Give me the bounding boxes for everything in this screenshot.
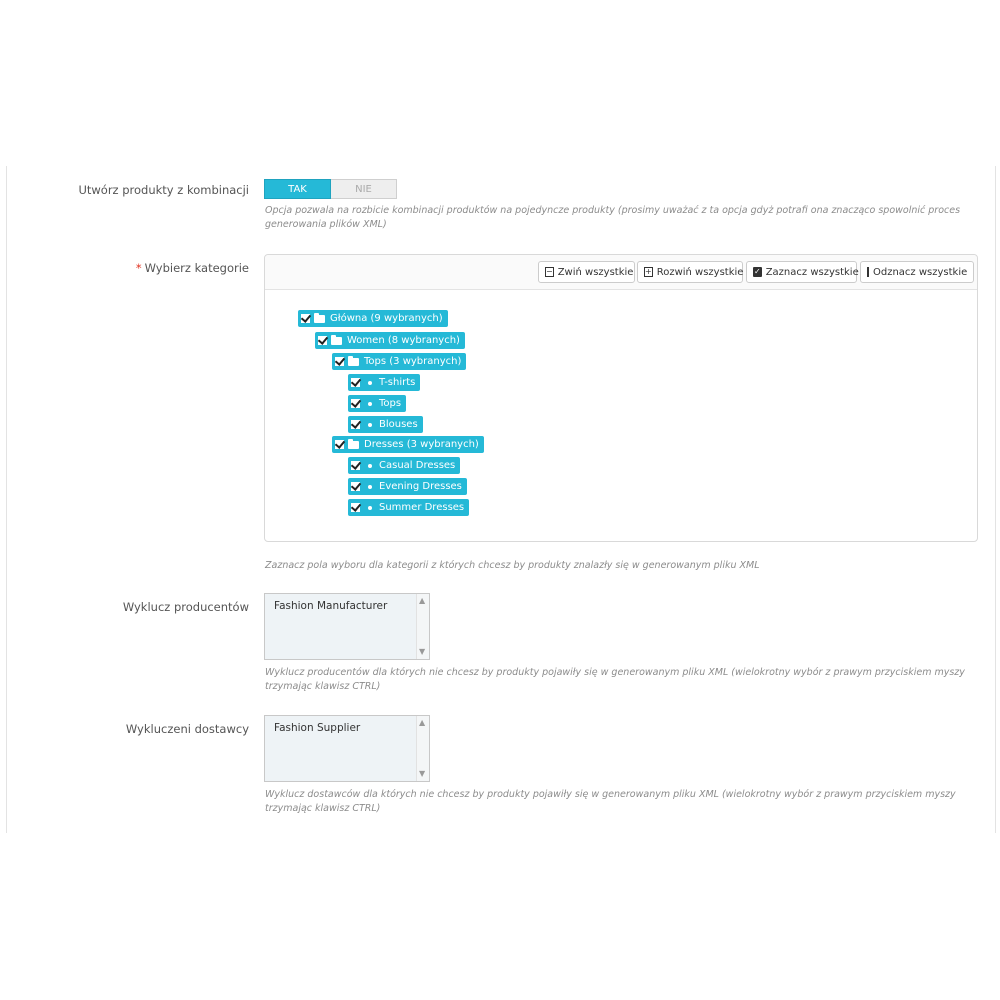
tree-item[interactable]: Tops bbox=[348, 393, 407, 412]
tree-item[interactable]: Tops (3 wybranych) bbox=[332, 351, 467, 370]
uncheck-all-button[interactable]: Odznacz wszystkie bbox=[860, 261, 974, 283]
checkbox-checked-icon[interactable] bbox=[351, 461, 360, 470]
checked-box-icon: ✓ bbox=[753, 267, 762, 277]
manufacturers-help: Wyklucz producentów dla których nie chce… bbox=[265, 667, 965, 692]
checkbox-checked-icon[interactable] bbox=[351, 420, 360, 429]
combinations-label: Utwórz produkty z kombinacji bbox=[78, 183, 249, 197]
check-all-button[interactable]: ✓ Zaznacz wszystkie bbox=[746, 261, 859, 283]
check-all-label: Zaznacz wszystkie bbox=[765, 266, 859, 278]
checkbox-checked-icon[interactable] bbox=[351, 378, 360, 387]
tree-item[interactable]: Summer Dresses bbox=[348, 497, 470, 516]
tree-toolbar: − Zwiń wszystkie + Rozwiń wszystkie ✓ Zazna… bbox=[265, 255, 977, 290]
scroll-down-icon[interactable]: ▼ bbox=[419, 648, 425, 656]
tree-item[interactable]: Women (8 wybranych) bbox=[315, 330, 465, 349]
categories-help: Zaznacz pola wyboru dla kategorii z któr… bbox=[265, 560, 760, 571]
collapse-icon: − bbox=[545, 267, 554, 277]
manufacturers-select[interactable]: Fashion Manufacturer ▲ ▼ bbox=[264, 593, 430, 660]
suppliers-select[interactable]: Fashion Supplier ▲ ▼ bbox=[264, 715, 430, 782]
empty-box-icon bbox=[867, 267, 869, 277]
toggle-yes[interactable]: TAK bbox=[264, 179, 331, 199]
manufacturer-option[interactable]: Fashion Manufacturer bbox=[274, 600, 387, 612]
combinations-toggle[interactable]: TAK NIE bbox=[264, 179, 397, 199]
collapse-all-button[interactable]: − Zwiń wszystkie bbox=[538, 261, 635, 283]
scroll-up-icon[interactable]: ▲ bbox=[419, 597, 425, 605]
checkbox-checked-icon[interactable] bbox=[351, 482, 360, 491]
suppliers-label: Wykluczeni dostawcy bbox=[125, 722, 249, 736]
categories-label-text: Wybierz kategorie bbox=[144, 261, 249, 275]
tree-item[interactable]: Blouses bbox=[348, 414, 423, 433]
checkbox-checked-icon[interactable] bbox=[335, 440, 344, 449]
scroll-down-icon[interactable]: ▼ bbox=[419, 770, 425, 778]
bullet-icon bbox=[368, 401, 372, 406]
required-mark: * bbox=[135, 261, 142, 275]
category-tree-panel: − Zwiń wszystkie + Rozwiń wszystkie ✓ Zazna… bbox=[264, 254, 978, 542]
checkbox-checked-icon[interactable] bbox=[301, 314, 310, 323]
expand-all-button[interactable]: + Rozwiń wszystkie bbox=[637, 261, 743, 283]
expand-all-label: Rozwiń wszystkie bbox=[656, 266, 744, 278]
folder-open-icon bbox=[331, 334, 342, 345]
categories-label: * Wybierz kategorie bbox=[136, 261, 249, 275]
tree-item[interactable]: Główna (9 wybranych) bbox=[298, 308, 448, 327]
folder-open-icon bbox=[348, 438, 359, 449]
checkbox-checked-icon[interactable] bbox=[351, 503, 360, 512]
bullet-icon bbox=[368, 505, 372, 510]
toggle-no[interactable]: NIE bbox=[331, 179, 397, 199]
checkbox-checked-icon[interactable] bbox=[335, 357, 344, 366]
bullet-icon bbox=[368, 463, 372, 468]
tree-item[interactable]: T-shirts bbox=[348, 372, 421, 391]
scroll-up-icon[interactable]: ▲ bbox=[419, 719, 425, 727]
collapse-all-label: Zwiń wszystkie bbox=[557, 266, 634, 278]
bullet-icon bbox=[368, 422, 372, 427]
tree-item[interactable]: Dresses (3 wybranych) bbox=[332, 434, 484, 453]
scrollbar[interactable]: ▲ ▼ bbox=[416, 594, 429, 659]
folder-open-icon bbox=[314, 312, 325, 323]
scrollbar[interactable]: ▲ ▼ bbox=[416, 716, 429, 781]
bullet-icon bbox=[368, 380, 372, 385]
settings-panel: Utwórz produkty z kombinacji TAK NIE Opc… bbox=[6, 166, 996, 833]
supplier-option[interactable]: Fashion Supplier bbox=[274, 722, 360, 734]
combinations-help: Opcja pozwala na rozbicie kombinacji pro… bbox=[265, 205, 961, 230]
folder-open-icon bbox=[348, 355, 359, 366]
bullet-icon bbox=[368, 484, 372, 489]
tree-item[interactable]: Evening Dresses bbox=[348, 476, 467, 495]
expand-icon: + bbox=[644, 267, 653, 277]
uncheck-all-label: Odznacz wszystkie bbox=[873, 266, 968, 278]
checkbox-checked-icon[interactable] bbox=[318, 336, 327, 345]
suppliers-help: Wyklucz dostawców dla których nie chcesz… bbox=[265, 789, 956, 814]
manufacturers-label: Wyklucz producentów bbox=[122, 600, 249, 614]
tree-item[interactable]: Casual Dresses bbox=[348, 455, 461, 474]
checkbox-checked-icon[interactable] bbox=[351, 399, 360, 408]
